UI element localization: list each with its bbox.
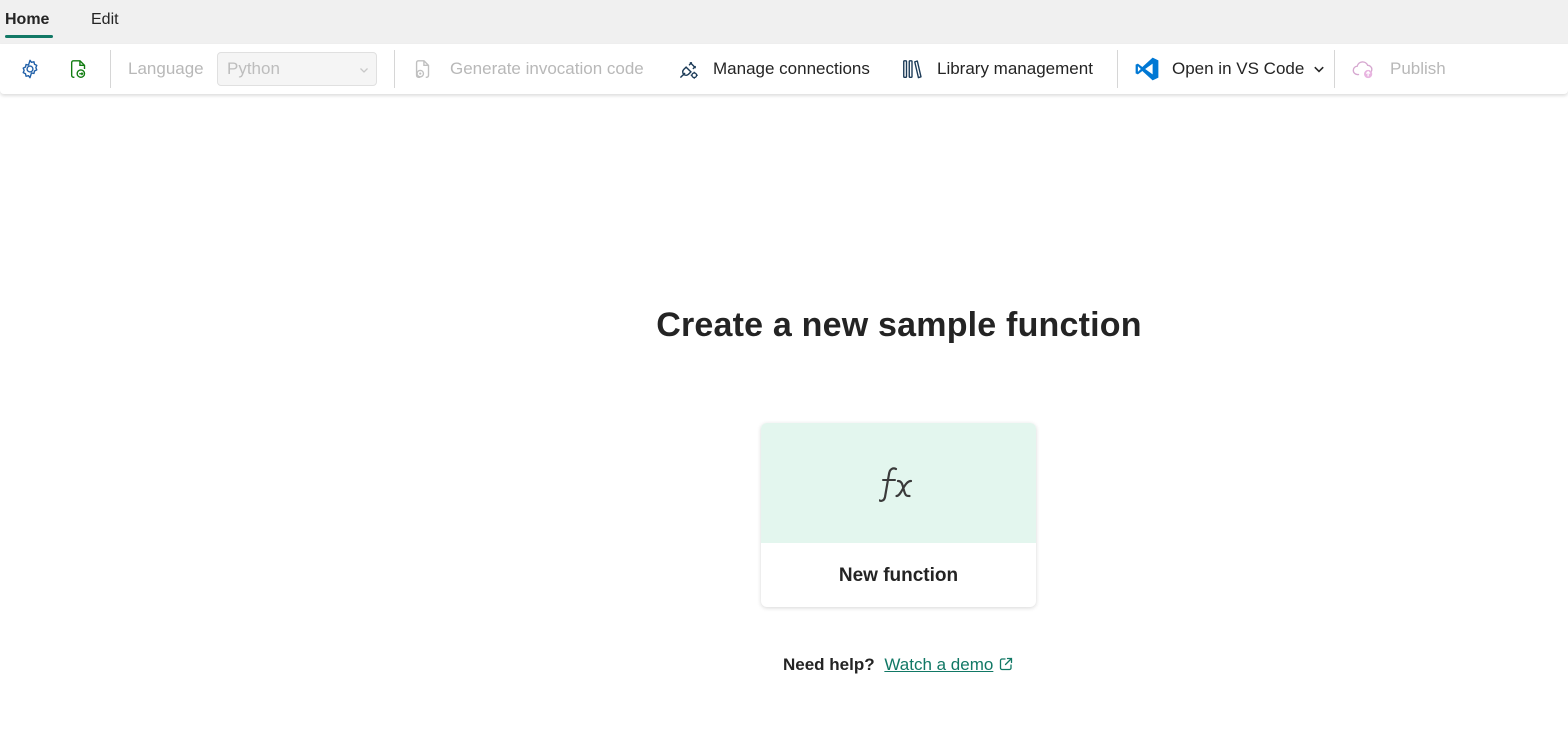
- tab-home[interactable]: Home: [5, 0, 49, 40]
- settings-button[interactable]: [19, 44, 41, 94]
- chevron-down-icon: [1314, 66, 1325, 73]
- active-tab-indicator: [5, 35, 53, 38]
- cloud-upload-icon: [1352, 61, 1373, 79]
- function-fx-icon: [879, 467, 913, 502]
- card-illustration: [761, 423, 1036, 543]
- manage-connections-button[interactable]: Manage connections: [677, 44, 870, 94]
- external-link-icon: [1000, 657, 1013, 671]
- language-select-value: Python: [227, 59, 280, 78]
- library-management-button[interactable]: Library management: [901, 44, 1093, 94]
- file-code-icon: [415, 60, 430, 78]
- language-select[interactable]: Python: [217, 52, 377, 86]
- generate-invocation-code-button[interactable]: Generate invocation code: [412, 44, 644, 94]
- toolbar-divider: [1334, 50, 1335, 88]
- vscode-logo-icon: [1135, 57, 1159, 81]
- manage-connections-label: Manage connections: [713, 59, 870, 78]
- toolbar-divider: [1117, 50, 1118, 88]
- watch-demo-label: Watch a demo: [884, 655, 994, 674]
- help-row: Need help? Watch a demo: [783, 655, 1014, 677]
- toolbar-divider: [110, 50, 111, 88]
- generate-invocation-code-label: Generate invocation code: [450, 59, 644, 78]
- page-title: Create a new sample function: [656, 306, 1142, 344]
- new-function-card[interactable]: New function: [761, 423, 1036, 607]
- open-in-vscode-label: Open in VS Code: [1172, 59, 1305, 78]
- ribbon-tab-bar: Home Edit: [0, 0, 1568, 44]
- open-in-vscode-button[interactable]: Open in VS Code: [1134, 44, 1325, 94]
- file-refresh-icon: [70, 60, 86, 78]
- ribbon-toolbar: Language Python Generate invocation code…: [0, 44, 1568, 94]
- gear-icon: [22, 59, 38, 79]
- chevron-down-icon: [360, 68, 368, 73]
- library-management-label: Library management: [937, 59, 1093, 78]
- refresh-file-button[interactable]: [68, 44, 90, 94]
- watch-demo-link[interactable]: Watch a demo: [884, 655, 1014, 674]
- publish-label: Publish: [1390, 59, 1446, 78]
- tab-edit[interactable]: Edit: [91, 0, 119, 40]
- language-label: Language: [128, 59, 204, 78]
- publish-button[interactable]: Publish: [1352, 44, 1446, 94]
- plug-settings-icon: [680, 61, 698, 79]
- library-books-icon: [903, 60, 922, 79]
- new-function-label: New function: [838, 565, 959, 586]
- toolbar-divider: [394, 50, 395, 88]
- help-text: Need help?: [783, 655, 875, 674]
